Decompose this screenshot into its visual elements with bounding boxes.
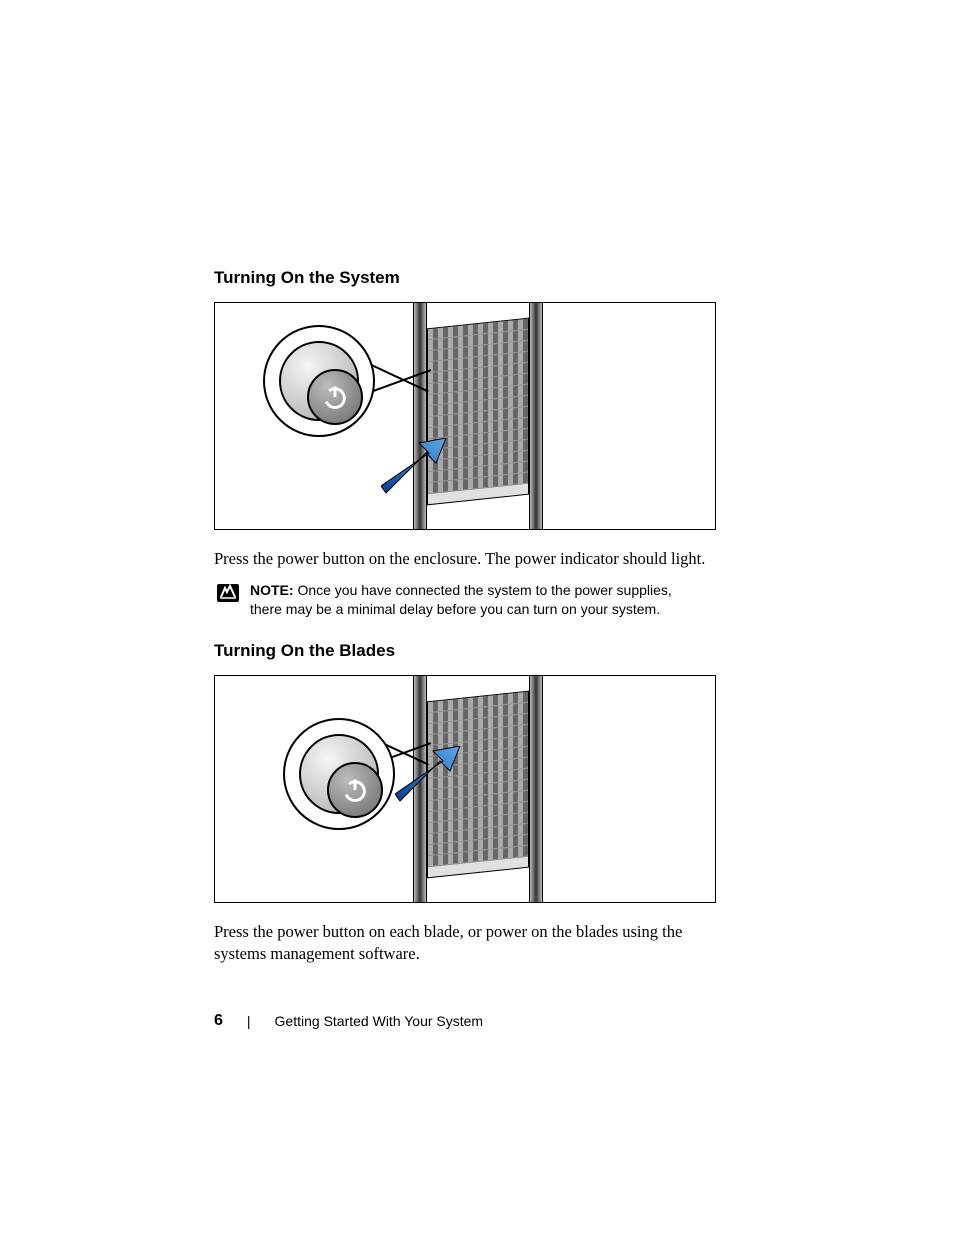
- power-button-callout: [283, 718, 395, 830]
- section-heading-blades: Turning On the Blades: [214, 641, 724, 661]
- page-number: 6: [214, 1012, 223, 1030]
- power-icon: [341, 776, 369, 804]
- power-button-callout: [263, 325, 375, 437]
- note-icon: [214, 583, 242, 603]
- pointer-arrow-icon: [381, 438, 451, 498]
- body-text-system: Press the power button on the enclosure.…: [214, 548, 724, 569]
- footer-separator: |: [247, 1013, 251, 1029]
- pointer-arrow-icon: [395, 746, 465, 806]
- figure-power-on-system: [214, 302, 716, 530]
- page-footer: 6 | Getting Started With Your System: [214, 1012, 483, 1030]
- figure-power-on-blades: [214, 675, 716, 903]
- note-label: NOTE:: [250, 582, 294, 598]
- note-block: NOTE: Once you have connected the system…: [214, 581, 724, 619]
- footer-title: Getting Started With Your System: [275, 1013, 484, 1029]
- power-icon: [321, 383, 349, 411]
- section-heading-system: Turning On the System: [214, 268, 724, 288]
- body-text-blades: Press the power button on each blade, or…: [214, 921, 724, 964]
- note-body: Once you have connected the system to th…: [250, 582, 672, 617]
